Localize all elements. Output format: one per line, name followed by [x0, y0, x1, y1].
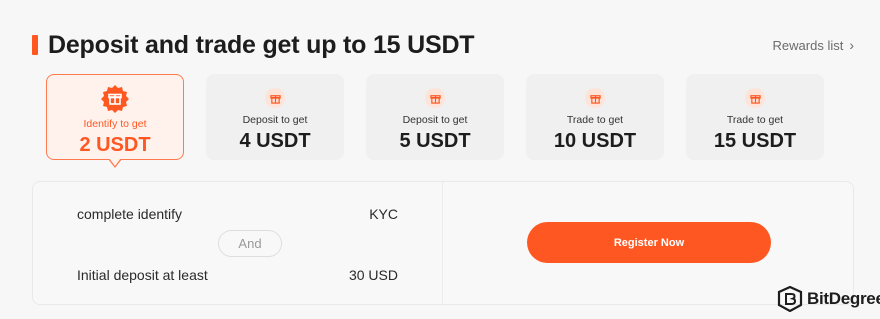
requirements-list: complete identify KYC And Initial deposi… — [33, 182, 443, 304]
bitdegree-logo-icon — [777, 286, 803, 312]
tier-label: Trade to get — [726, 114, 784, 126]
tier-card-trade-15[interactable]: Trade to get 15 USDT — [686, 74, 824, 160]
page-title: Deposit and trade get up to 15 USDT — [48, 30, 475, 59]
gift-badge-icon — [100, 84, 130, 114]
tier-card-trade-10[interactable]: Trade to get 10 USDT — [526, 74, 664, 160]
gift-icon — [425, 88, 445, 108]
gift-icon — [745, 88, 765, 108]
requirement-label: complete identify — [77, 206, 183, 222]
tier-card-deposit-4[interactable]: Deposit to get 4 USDT — [206, 74, 344, 160]
tier-label: Trade to get — [566, 114, 624, 126]
bitdegree-watermark: BitDegree — [777, 286, 880, 312]
tier-label: Deposit to get — [402, 114, 468, 126]
bitdegree-wordmark: BitDegree — [807, 289, 880, 308]
requirement-value: 30 USD — [348, 267, 398, 283]
requirement-value: KYC — [369, 206, 398, 222]
rewards-list-label: Rewards list — [772, 37, 844, 53]
gift-icon — [585, 88, 605, 108]
tier-amount: 4 USDT — [239, 130, 311, 152]
chevron-right-icon: › — [849, 37, 854, 53]
tier-amount: 10 USDT — [553, 130, 637, 152]
requirement-row: complete identify KYC — [77, 206, 398, 222]
tier-label: Identify to get — [83, 118, 147, 130]
reward-tiers: Identify to get 2 USDT Deposit to get 4 … — [46, 74, 824, 168]
gift-icon — [265, 88, 285, 108]
requirement-row: Initial deposit at least 30 USD — [77, 267, 398, 283]
register-now-button[interactable]: Register Now — [527, 222, 771, 263]
tier-amount: 15 USDT — [713, 130, 797, 152]
tier-card-identify[interactable]: Identify to get 2 USDT — [46, 74, 184, 168]
rewards-list-link[interactable]: Rewards list › — [773, 37, 854, 53]
tier-label: Deposit to get — [242, 114, 308, 126]
section-header: Deposit and trade get up to 15 USDT Rewa… — [32, 30, 854, 60]
and-separator: And — [218, 230, 282, 257]
requirement-label: Initial deposit at least — [77, 267, 208, 283]
tier-card-deposit-5[interactable]: Deposit to get 5 USDT — [366, 74, 504, 160]
title-accent-bar — [32, 35, 38, 55]
tier-amount: 5 USDT — [399, 130, 471, 152]
requirements-panel: complete identify KYC And Initial deposi… — [32, 181, 854, 305]
tier-amount: 2 USDT — [79, 134, 151, 156]
